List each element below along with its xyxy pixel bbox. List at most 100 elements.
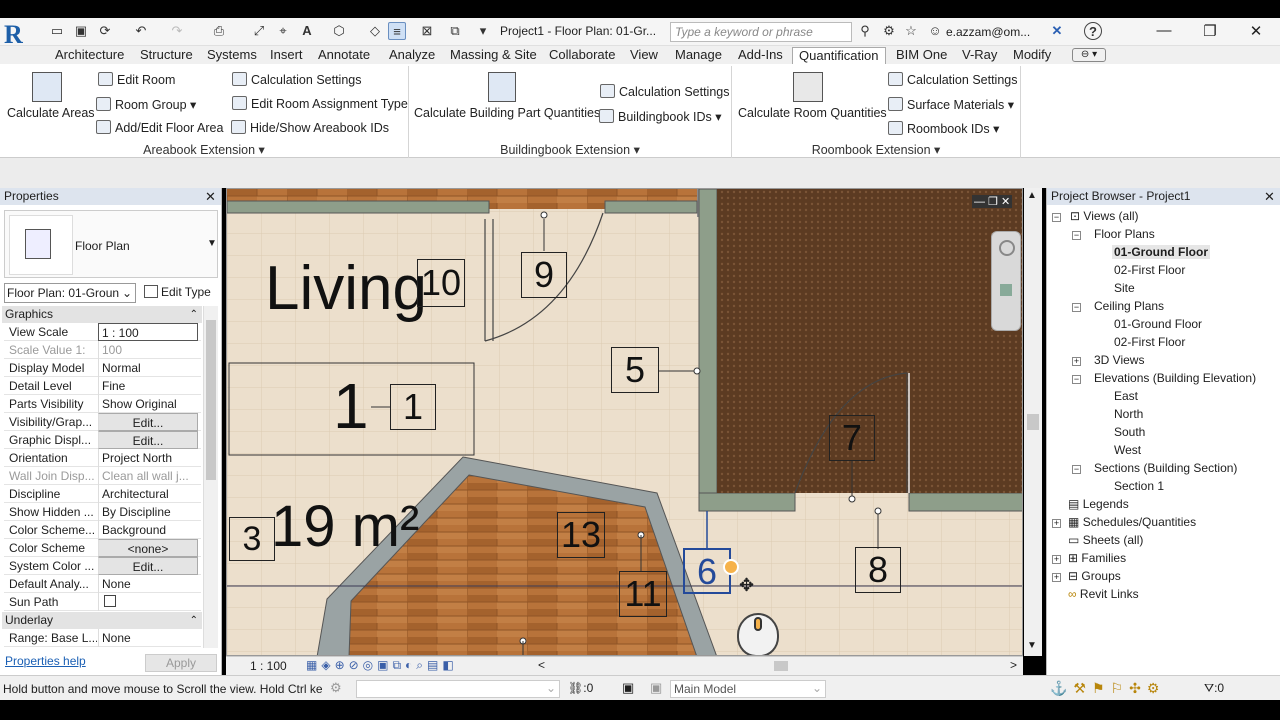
prop-range-base-level[interactable]: Range: Base L... None xyxy=(4,629,201,647)
horizontal-scroll-thumb[interactable] xyxy=(774,661,788,671)
prop-detail-level[interactable]: Detail Level Fine xyxy=(4,377,201,395)
zoom-icon[interactable] xyxy=(1000,284,1012,296)
tab-analyze[interactable]: Analyze xyxy=(389,47,435,65)
edit-type-button[interactable]: Edit Type xyxy=(142,283,218,303)
user-account-label[interactable]: e.azzam@om... xyxy=(946,25,1030,39)
prop-orientation[interactable]: Orientation Project North xyxy=(4,449,201,467)
tab-manage[interactable]: Manage xyxy=(675,47,722,65)
restore-icon[interactable]: ❐ xyxy=(1190,22,1230,42)
tab-quantification[interactable]: Quantification xyxy=(792,47,886,65)
tab-bim-one[interactable]: BIM One xyxy=(896,47,947,65)
areabook-extension-title[interactable]: Areabook Extension ▾ xyxy=(0,142,408,157)
filter-count[interactable]: ⛛:0 xyxy=(1204,681,1224,696)
tree-node[interactable]: Floor Plans xyxy=(1094,227,1155,241)
steering-wheel-icon[interactable] xyxy=(999,240,1015,256)
expand-icon[interactable]: + xyxy=(1052,573,1061,582)
section-icon[interactable]: ◇ xyxy=(366,22,384,40)
tree-node[interactable]: Site xyxy=(1114,281,1135,295)
measure-icon[interactable]: ⤢ xyxy=(250,22,268,40)
add-edit-floor-area-button[interactable]: Add/Edit Floor Area xyxy=(96,120,223,135)
prop-system-color-schemes[interactable]: System Color ... Edit... xyxy=(4,557,201,575)
selection-filter-icons[interactable]: ⚓⚒⚑⚐✣⚙ xyxy=(1050,680,1165,697)
qat-dropdown-icon[interactable]: ▾ xyxy=(474,22,492,40)
editing-requests-icon[interactable]: ▣ xyxy=(622,680,634,696)
apply-button[interactable]: Apply xyxy=(145,654,217,672)
room-tag[interactable]: 8 xyxy=(855,547,901,593)
scroll-left-icon[interactable]: < xyxy=(538,658,545,672)
tree-node[interactable]: ▤ Legends xyxy=(1068,497,1129,511)
prop-show-hidden-lines[interactable]: Show Hidden ... By Discipline xyxy=(4,503,201,521)
room-tag[interactable]: 9 xyxy=(521,252,567,298)
scroll-right-icon[interactable]: > xyxy=(1010,658,1017,672)
expand-icon[interactable]: + xyxy=(1072,357,1081,366)
switch-windows-icon[interactable]: ⧉ xyxy=(446,22,464,40)
canvas-vertical-scrollbar[interactable]: ▲ ▼ xyxy=(1024,188,1042,656)
edit-room-assignment-type-button[interactable]: Edit Room Assignment Type xyxy=(232,96,408,111)
minimize-icon[interactable]: — xyxy=(1144,22,1184,42)
tree-node[interactable]: 3D Views xyxy=(1094,353,1144,367)
tab-massing-site[interactable]: Massing & Site xyxy=(450,47,537,65)
prop-color-scheme[interactable]: Color Scheme <none> xyxy=(4,539,201,557)
design-option-select[interactable]: Main Model ⌄ xyxy=(670,680,826,698)
tab-view[interactable]: View xyxy=(630,47,658,65)
3d-view-icon[interactable]: ⬡ xyxy=(330,22,348,40)
tree-node[interactable]: 01-Ground Floor xyxy=(1114,317,1202,331)
print-icon[interactable]: ⎙ xyxy=(210,22,228,40)
tab-insert[interactable]: Insert xyxy=(270,47,303,65)
search-input[interactable]: Type a keyword or phrase xyxy=(670,22,852,42)
dimension-icon[interactable]: ⌖ xyxy=(274,22,292,40)
tree-node[interactable]: West xyxy=(1114,443,1141,457)
tab-collaborate[interactable]: Collaborate xyxy=(549,47,616,65)
ribbon-minimize-icon[interactable]: ⊖ ▾ xyxy=(1072,48,1106,62)
collapse-icon[interactable]: − xyxy=(1072,231,1081,240)
worksets-icon[interactable]: ⚙ xyxy=(330,680,342,696)
exchange-icon[interactable]: ✕ xyxy=(1048,22,1066,40)
tree-node[interactable]: Sections (Building Section) xyxy=(1094,461,1237,475)
help-icon[interactable]: ? xyxy=(1084,22,1102,40)
properties-scrollbar[interactable] xyxy=(203,306,218,648)
calculate-building-part-quantities-button[interactable]: Calculate Building Part Quantities xyxy=(414,106,600,120)
text-icon[interactable]: A xyxy=(298,22,316,40)
favorites-icon[interactable]: ☆ xyxy=(902,22,920,40)
expand-icon[interactable]: + xyxy=(1052,519,1061,528)
buildingbook-ids-dropdown[interactable]: Buildingbook IDs ▾ xyxy=(599,109,722,124)
save-icon[interactable]: ▣ xyxy=(72,22,90,40)
drag-grip-icon[interactable] xyxy=(723,559,739,575)
surface-materials-dropdown[interactable]: Surface Materials ▾ xyxy=(888,97,1014,112)
tree-node[interactable]: Section 1 xyxy=(1114,479,1164,493)
prop-sun-path[interactable]: Sun Path xyxy=(4,593,201,611)
design-options-icon[interactable]: ▣ xyxy=(650,680,662,696)
sun-path-checkbox[interactable] xyxy=(104,595,116,607)
tree-node[interactable]: North xyxy=(1114,407,1143,421)
underlay-group-header[interactable]: Underlay ⌃ xyxy=(2,612,202,629)
user-icon[interactable]: ☺ xyxy=(926,22,944,40)
roombook-extension-title[interactable]: Roombook Extension ▾ xyxy=(732,142,1020,157)
tree-node[interactable]: ⊞ Families xyxy=(1068,551,1126,565)
prop-view-scale[interactable]: View Scale 1 : 100 xyxy=(4,323,201,341)
room-tag[interactable]: 5 xyxy=(611,347,659,393)
thin-lines-icon[interactable]: ≡ xyxy=(388,22,406,40)
instance-filter-select[interactable]: Floor Plan: 01-Groun ⌄ xyxy=(4,283,136,303)
tab-structure[interactable]: Structure xyxy=(140,47,193,65)
room-tag[interactable]: 11 xyxy=(619,571,667,617)
properties-close-icon[interactable]: ✕ xyxy=(205,189,216,205)
undo-icon[interactable]: ↶ xyxy=(132,22,150,40)
type-selector[interactable]: Floor Plan ▼ xyxy=(4,210,218,278)
close-hidden-icon[interactable]: ⊠ xyxy=(418,22,436,40)
browser-close-icon[interactable]: ✕ xyxy=(1264,189,1275,205)
prop-parts-visibility[interactable]: Parts Visibility Show Original xyxy=(4,395,201,413)
tree-node[interactable]: ⊟ Groups xyxy=(1068,569,1121,583)
edit-room-button[interactable]: Edit Room xyxy=(98,72,175,87)
buildingbook-extension-title[interactable]: Buildingbook Extension ▾ xyxy=(409,142,731,157)
tab-systems[interactable]: Systems xyxy=(207,47,257,65)
view-scale-label[interactable]: 1 : 100 xyxy=(250,659,287,673)
tree-node[interactable]: ▭ Sheets (all) xyxy=(1068,533,1143,547)
tree-node[interactable]: ⊡ Views (all) xyxy=(1070,209,1139,223)
prop-visibility-graphics[interactable]: Visibility/Grap... Edit... xyxy=(4,413,201,431)
tree-node[interactable]: ∞ Revit Links xyxy=(1068,587,1139,601)
prop-graphic-display[interactable]: Graphic Displ... Edit... xyxy=(4,431,201,449)
room-tag[interactable]: 3 xyxy=(229,517,275,561)
collapse-icon[interactable]: − xyxy=(1052,213,1061,222)
buildingbook-calculation-settings-button[interactable]: Calculation Settings xyxy=(600,84,729,99)
prop-discipline[interactable]: Discipline Architectural xyxy=(4,485,201,503)
